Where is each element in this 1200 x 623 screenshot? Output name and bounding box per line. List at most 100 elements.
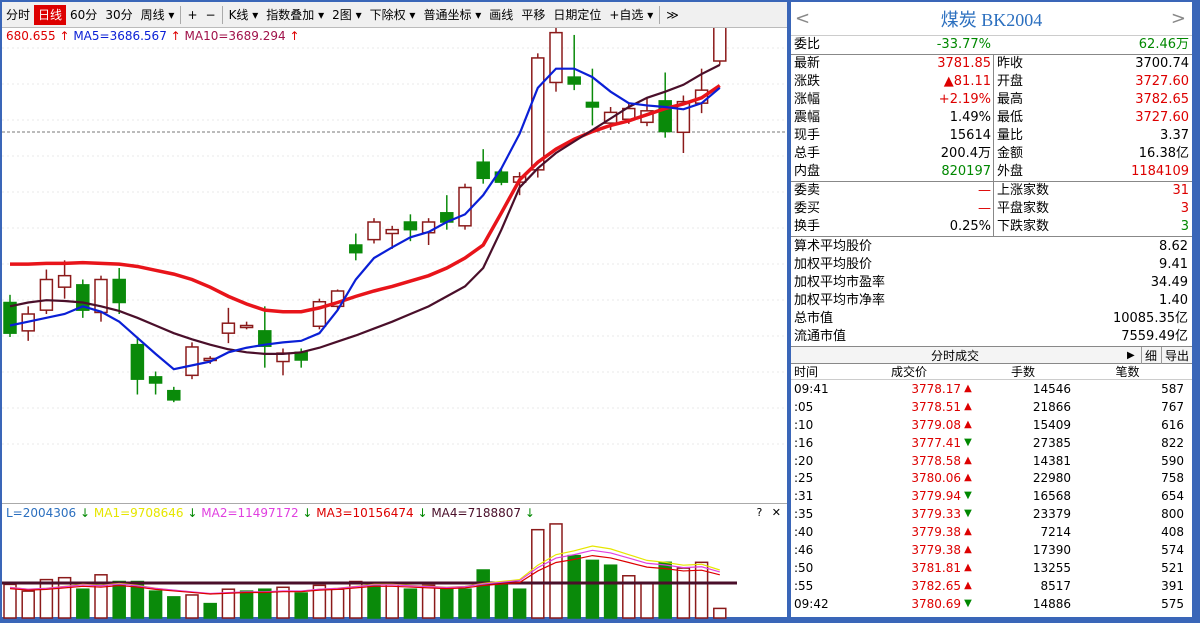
- last-value: 680.655: [6, 29, 56, 43]
- row-label: 最高: [993, 91, 1063, 109]
- close-icon[interactable]: ✕: [772, 506, 781, 519]
- next-icon[interactable]: >: [1171, 8, 1186, 29]
- arrow-down-icon: ↓: [76, 506, 94, 520]
- up-arrow-icon: ▲: [964, 472, 972, 484]
- tick-price: 3779.94: [911, 489, 961, 504]
- row-value: 3782.65: [1135, 92, 1189, 107]
- toolbar-item-2[interactable]: 60分: [66, 5, 101, 25]
- tick-row[interactable]: :35 3779.33 ▼ 23379 800: [791, 505, 1192, 523]
- tick-row[interactable]: 09:42 3780.69 ▼ 14886 575: [791, 595, 1192, 613]
- toolbar-item-12[interactable]: 画线: [485, 5, 517, 25]
- stat-row: 流通市值 7559.49亿: [791, 328, 1192, 346]
- tick-row[interactable]: :10 3779.08 ▲ 15409 616: [791, 416, 1192, 434]
- stat-label: 流通市值: [794, 329, 847, 344]
- ma1-label: MA1=9708646: [93, 506, 184, 520]
- arrow-down-icon: ↓: [183, 506, 202, 520]
- toolbar-item-10[interactable]: 下除权 ▾: [366, 5, 420, 25]
- tick-price: 3778.17: [911, 382, 961, 396]
- stat-value: 10085.35亿: [1112, 311, 1188, 326]
- toolbar-item-3[interactable]: 30分: [101, 5, 136, 25]
- tick-time: :16: [794, 435, 814, 450]
- tick-row[interactable]: :40 3779.38 ▲ 7214 408: [791, 523, 1192, 541]
- candle-body: [585, 101, 600, 108]
- volume-bar: [603, 564, 618, 619]
- tick-price: 3779.38: [911, 525, 961, 540]
- toolbar-item-9[interactable]: 2图 ▾: [328, 5, 365, 25]
- down-arrow-icon: ▼: [964, 508, 972, 520]
- stat-row: 加权平均市净率 1.40: [791, 292, 1192, 310]
- tick-count: 408: [1161, 525, 1184, 540]
- tick-count: 616: [1161, 417, 1184, 432]
- toolbar-item-11[interactable]: 普通坐标 ▾: [419, 5, 485, 25]
- row-value: 3781.85: [937, 56, 991, 71]
- prev-icon[interactable]: <: [795, 8, 810, 29]
- up-arrow-icon: ▲: [964, 544, 972, 556]
- tick-price: 3778.58: [911, 453, 961, 468]
- up-arrow-icon: ▲: [964, 561, 972, 573]
- tick-time: :46: [794, 543, 814, 558]
- toolbar-item-14[interactable]: 日期定位: [549, 5, 605, 25]
- tick-list[interactable]: 09:41 3778.17 ▲ 14546 587:05 3778.51 ▲ 21866 767…: [791, 380, 1192, 613]
- weibi-label: 委比: [794, 37, 821, 52]
- candle-body: [148, 376, 163, 384]
- tick-row[interactable]: :55 3782.65 ▲ 8517 391: [791, 577, 1192, 595]
- tick-time: :40: [794, 525, 814, 540]
- quote-panel: < 煤炭 BK2004 > 委比 -33.77% 62.46万 最新 3781.8…: [789, 0, 1194, 619]
- tick-columns: 时间 成交价 手数 笔数: [791, 364, 1192, 380]
- breadth-table: 委卖 — 上涨家数 31 委买 — 平盘家数 3 换手 0.25% 下跌家数 3: [791, 181, 1192, 236]
- toolbar-separator: [221, 5, 223, 24]
- tick-volume: 27385: [1032, 435, 1071, 450]
- detail-button[interactable]: 细: [1141, 346, 1157, 364]
- candle-body: [458, 186, 472, 227]
- row-value: 820197: [941, 164, 991, 179]
- arrow-down-icon: ↓: [413, 506, 432, 520]
- stat-label: 加权平均股价: [794, 257, 873, 272]
- toolbar-item-13[interactable]: 平移: [517, 5, 549, 25]
- toolbar-item-5[interactable]: +: [183, 5, 201, 25]
- tick-row[interactable]: :16 3777.41 ▼ 27385 822: [791, 434, 1192, 452]
- ma10-label: MA10=3689.294: [184, 29, 286, 43]
- stat-row: 加权平均股价 9.41: [791, 256, 1192, 274]
- export-button[interactable]: 导出: [1161, 346, 1193, 364]
- kline-chart[interactable]: 680.655 ↑ MA5=3686.567 ↑ MA10=3689.294 ↑: [2, 0, 787, 503]
- volume-bar: [549, 523, 563, 619]
- candle-body: [130, 343, 145, 380]
- toolbar-item-4[interactable]: 周线 ▾: [137, 5, 179, 25]
- down-arrow-icon: ▼: [964, 597, 972, 609]
- arrow-icon: ↑: [166, 29, 185, 43]
- ma2-label: MA2=11497172: [201, 506, 299, 520]
- ma3-label: MA3=10156474: [316, 506, 414, 520]
- volume-bar: [148, 590, 163, 619]
- tick-time: 09:41: [794, 382, 829, 396]
- tick-row[interactable]: :31 3779.94 ▼ 16568 654: [791, 487, 1192, 505]
- volume-bar: [585, 559, 600, 619]
- play-icon[interactable]: ▶: [1127, 350, 1135, 361]
- tick-row[interactable]: 09:41 3778.17 ▲ 14546 587: [791, 380, 1192, 398]
- toolbar-item-15[interactable]: +自选 ▾: [605, 5, 657, 25]
- vol-label: L=2004306: [6, 506, 77, 520]
- volume-chart[interactable]: L=2004306 ↓ MA1=9708646 ↓ MA2=11497172 ↓…: [2, 503, 787, 619]
- volume-bar: [330, 588, 345, 619]
- tick-price: 3779.38: [911, 543, 961, 558]
- tick-count: 654: [1161, 489, 1184, 504]
- candle-body: [39, 278, 54, 311]
- tick-row[interactable]: :50 3781.81 ▲ 13255 521: [791, 559, 1192, 577]
- row-value: 3: [1180, 219, 1189, 234]
- tick-row[interactable]: :25 3780.06 ▲ 22980 758: [791, 469, 1192, 487]
- volume-bar: [239, 590, 254, 619]
- volume-bar: [640, 582, 654, 619]
- toolbar-item-7[interactable]: K线 ▾: [225, 5, 263, 25]
- tick-row[interactable]: :46 3779.38 ▲ 17390 574: [791, 541, 1192, 559]
- toolbar-item-16[interactable]: ≫: [662, 5, 683, 25]
- help-icon[interactable]: ?: [756, 506, 762, 519]
- row-label: 昨收: [993, 55, 1063, 73]
- toolbar-item-6[interactable]: −: [202, 5, 220, 25]
- tick-row[interactable]: :20 3778.58 ▲ 14381 590: [791, 452, 1192, 470]
- toolbar-item-1[interactable]: 日线: [34, 4, 67, 25]
- volume-bar: [494, 583, 509, 619]
- toolbar-item-8[interactable]: 指数叠加 ▾: [262, 5, 328, 25]
- row-value: 16.38亿: [1138, 146, 1189, 161]
- tick-row[interactable]: :05 3778.51 ▲ 21866 767: [791, 398, 1192, 416]
- toolbar-item-0[interactable]: 分时: [2, 5, 34, 25]
